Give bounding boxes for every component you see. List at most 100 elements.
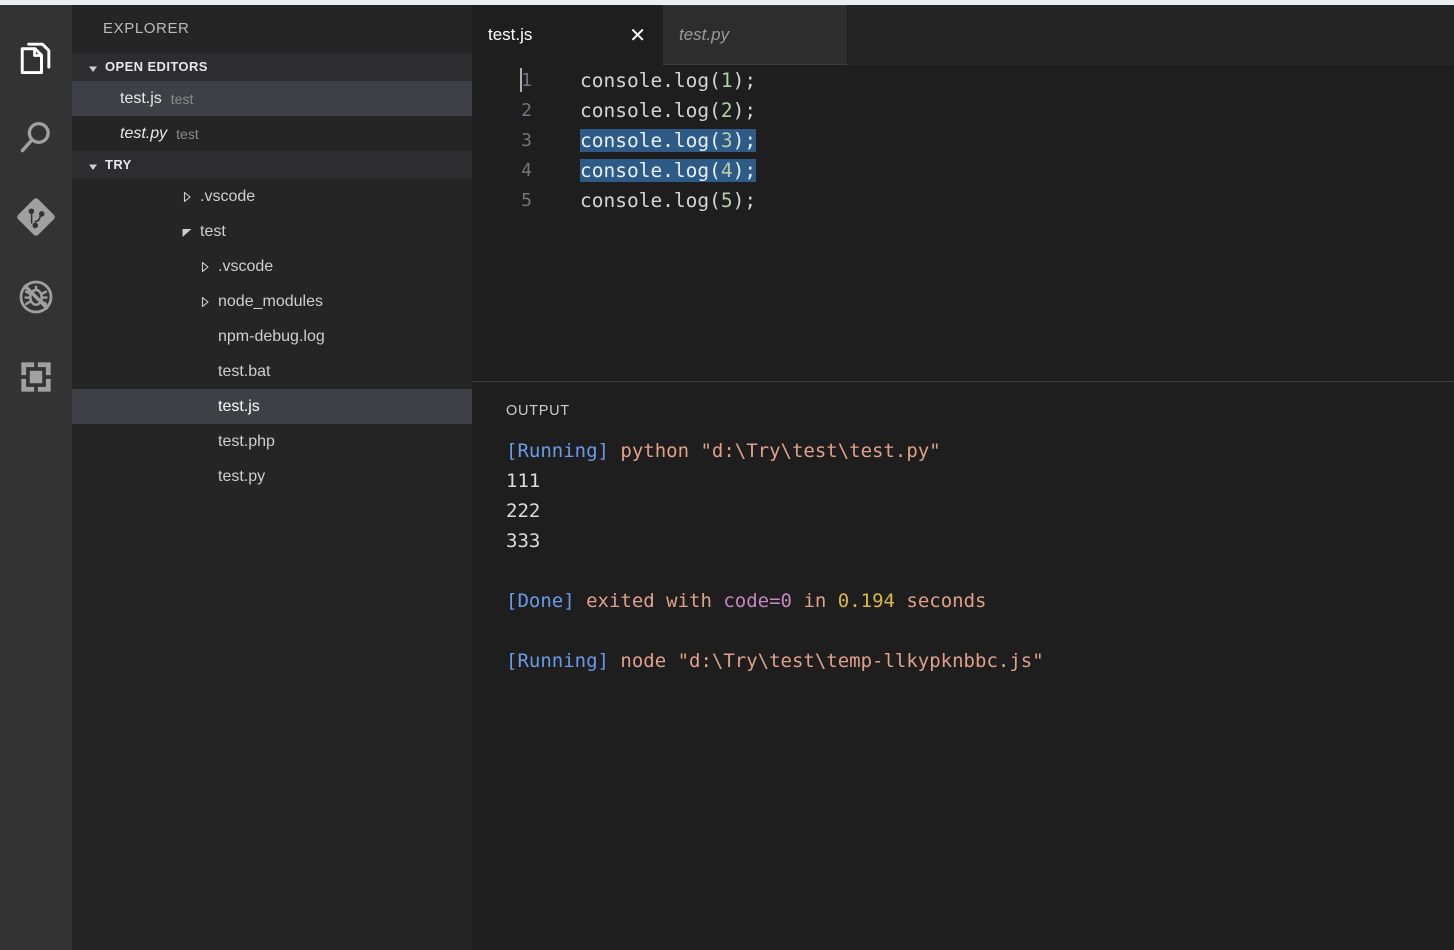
chevron-down-icon (85, 157, 101, 173)
tab-bar: test.js ✕ test.py (472, 5, 1454, 65)
line-number: 4 (472, 160, 532, 181)
tree-item-label: test (200, 223, 226, 241)
code-line: 1 console.log(1); (472, 65, 1454, 95)
activity-bar (0, 5, 72, 950)
tree-item-label: node_modules (218, 293, 323, 311)
tree-item-label: test.php (218, 433, 275, 451)
code-text: console.log(1); (532, 69, 756, 92)
open-editor-name: test.py (120, 125, 167, 143)
output-segment: exited with (575, 590, 724, 612)
output-segment: 0.194 (838, 590, 895, 612)
open-editor-description: test (176, 126, 199, 142)
code-suffix: ); (733, 159, 756, 182)
section-header-open-editors[interactable]: OPEN EDITORS (72, 53, 472, 81)
git-branch-icon (13, 194, 59, 240)
output-line: 222 (506, 496, 1454, 526)
tree-item-vscode-nested[interactable]: .vscode (72, 249, 472, 284)
line-number: 3 (472, 130, 532, 151)
chevron-right-icon (179, 189, 195, 205)
code-line: 2 console.log(2); (472, 95, 1454, 125)
open-editor-name: test.js (120, 90, 162, 108)
code-text: console.log(3); (532, 129, 756, 152)
close-icon[interactable]: ✕ (607, 25, 646, 45)
chevron-right-icon (197, 259, 213, 275)
sidebar-title: EXPLORER (72, 5, 472, 53)
panel-title-output[interactable]: OUTPUT (472, 403, 1454, 419)
code-suffix: ); (733, 99, 756, 122)
code-line-selected: 4 console.log(4); (472, 155, 1454, 185)
output-segment: node "d:\Try\test\temp-llkypknbbc.js" (609, 650, 1044, 672)
code-text: console.log(4); (532, 159, 756, 182)
code-prefix: console.log( (580, 189, 721, 212)
code-number: 2 (721, 99, 733, 122)
tree-item-vscode-root[interactable]: .vscode (72, 179, 472, 214)
code-number: 1 (721, 69, 733, 92)
tab-label: test.js (488, 25, 532, 45)
workbench: EXPLORER OPEN EDITORS test.js test test.… (0, 5, 1454, 950)
output-line: 111 (506, 466, 1454, 496)
activity-item-extensions[interactable] (0, 337, 72, 417)
code-number: 4 (721, 159, 733, 182)
output-segment: python "d:\Try\test\test.py" (609, 440, 941, 462)
output-content[interactable]: [Running] python "d:\Try\test\test.py" 1… (472, 436, 1454, 676)
code-prefix: console.log( (580, 99, 721, 122)
code-editor[interactable]: 1 console.log(1); 2 console.log(2); 3 co… (472, 65, 1454, 381)
tree-item-label: .vscode (218, 258, 273, 276)
tree-item-node-modules[interactable]: node_modules (72, 284, 472, 319)
no-debug-icon (14, 275, 58, 319)
tree-item-test-folder[interactable]: test (72, 214, 472, 249)
tab-test-py[interactable]: test.py (662, 5, 848, 65)
output-segment: 111 (506, 470, 540, 492)
output-segment: 333 (506, 530, 540, 552)
tree-item-test-php[interactable]: test.php (72, 424, 472, 459)
output-segment: 222 (506, 500, 540, 522)
chevron-down-icon (179, 224, 195, 240)
open-editor-item-test-js[interactable]: test.js test (72, 81, 472, 116)
line-number: 5 (472, 190, 532, 211)
code-line-selected: 3 console.log(3); (472, 125, 1454, 155)
text-cursor (520, 68, 522, 92)
search-icon (14, 115, 58, 159)
output-line-blank (506, 616, 1454, 646)
output-line: [Done] exited with code=0 in 0.194 secon… (506, 586, 1454, 616)
open-editor-description: test (171, 91, 194, 107)
chevron-down-icon (85, 59, 101, 75)
activity-item-search[interactable] (0, 97, 72, 177)
code-suffix: ); (733, 129, 756, 152)
code-prefix: console.log( (580, 129, 721, 152)
tree-item-test-js[interactable]: test.js (72, 389, 472, 424)
tree-item-label: test.js (218, 398, 260, 416)
section-header-try[interactable]: TRY (72, 151, 472, 179)
activity-item-explorer[interactable] (0, 17, 72, 97)
output-panel: OUTPUT [Running] python "d:\Try\test\tes… (472, 382, 1454, 950)
section-header-label: OPEN EDITORS (105, 53, 208, 81)
output-segment: seconds (895, 590, 987, 612)
activity-item-debug[interactable] (0, 257, 72, 337)
section-header-label: TRY (105, 151, 132, 179)
line-number: 2 (472, 100, 532, 121)
code-number: 3 (721, 129, 733, 152)
output-segment: [Done] (506, 590, 575, 612)
code-text: console.log(2); (532, 99, 756, 122)
code-suffix: ); (733, 69, 756, 92)
tree-item-label: test.py (218, 468, 265, 486)
sidebar-explorer: EXPLORER OPEN EDITORS test.js test test.… (72, 5, 472, 950)
output-segment: in (792, 590, 838, 612)
tree-item-test-bat[interactable]: test.bat (72, 354, 472, 389)
tab-test-js[interactable]: test.js ✕ (472, 5, 662, 65)
tree-item-test-py[interactable]: test.py (72, 459, 472, 494)
tree-item-label: npm-debug.log (218, 328, 325, 346)
tree-item-label: .vscode (200, 188, 255, 206)
vscode-window: EXPLORER OPEN EDITORS test.js test test.… (0, 0, 1454, 950)
output-line: [Running] node "d:\Try\test\temp-llkypkn… (506, 646, 1454, 676)
files-icon (14, 35, 58, 79)
code-prefix: console.log( (580, 69, 721, 92)
tab-label: test.py (679, 25, 729, 45)
code-number: 5 (721, 189, 733, 212)
open-editor-item-test-py[interactable]: test.py test (72, 116, 472, 151)
code-line: 5 console.log(5); (472, 185, 1454, 215)
activity-item-source-control[interactable] (0, 177, 72, 257)
chevron-right-icon (197, 294, 213, 310)
output-line: 333 (506, 526, 1454, 556)
tree-item-npm-debug-log[interactable]: npm-debug.log (72, 319, 472, 354)
